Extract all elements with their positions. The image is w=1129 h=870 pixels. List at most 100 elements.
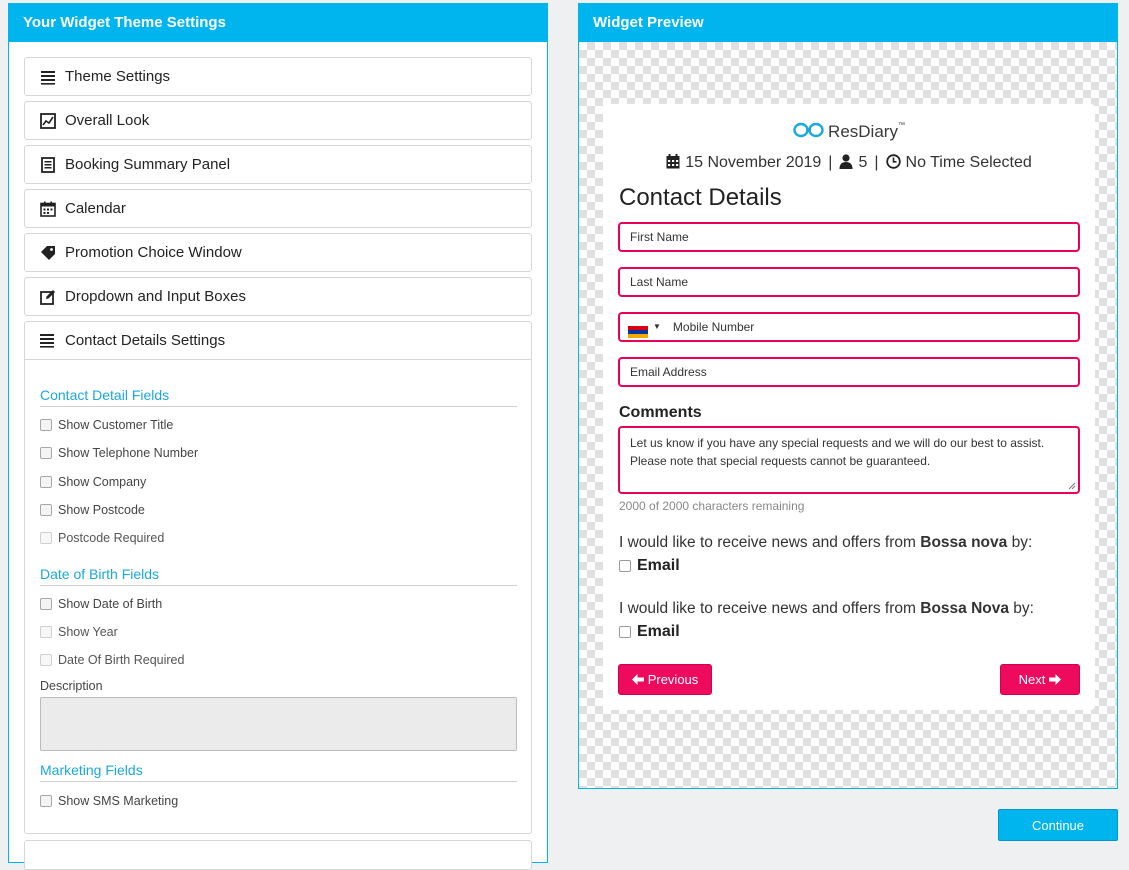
separator: | <box>828 154 833 171</box>
calendar-icon <box>666 154 680 169</box>
description-label: Description <box>40 679 103 693</box>
checkbox-box[interactable] <box>40 476 52 488</box>
checkbox-box <box>40 654 52 666</box>
armenia-flag-icon[interactable] <box>628 321 648 338</box>
checkbox-label: Email <box>637 623 680 640</box>
settings-panel-title: Your Widget Theme Settings <box>9 4 547 42</box>
contact-details-settings-header[interactable]: Contact Details Settings <box>25 322 531 360</box>
separator: | <box>874 154 879 171</box>
continue-button[interactable]: Continue <box>998 809 1118 841</box>
checkbox-box[interactable] <box>40 504 52 516</box>
checkbox-label: Postcode Required <box>58 531 165 545</box>
date-of-birth-fields-title: Date of Birth Fields <box>40 566 517 586</box>
summary-date: 15 November 2019 <box>685 154 822 171</box>
summary-time: No Time Selected <box>905 154 1032 171</box>
checkbox-show-year: Show Year <box>40 625 118 639</box>
mobile-number-field[interactable]: ▼ Mobile Number <box>618 312 1080 342</box>
comments-label: Comments <box>619 404 702 421</box>
arrow-right-icon <box>1049 674 1062 685</box>
previous-button[interactable]: Previous <box>618 664 712 695</box>
optin-suffix: by: <box>1008 600 1034 617</box>
checkbox-show-company[interactable]: Show Company <box>40 475 146 489</box>
accordion-promotion-choice-window[interactable]: Promotion Choice Window <box>24 233 532 272</box>
comments-placeholder-line: Please note that special requests cannot… <box>630 454 931 468</box>
checkbox-show-sms-marketing[interactable]: Show SMS Marketing <box>40 794 178 808</box>
accordion-label: Calendar <box>65 200 126 217</box>
list-icon <box>39 332 56 349</box>
receipt-icon <box>39 156 56 173</box>
comments-textarea[interactable]: Let us know if you have any special requ… <box>618 426 1080 494</box>
image-icon <box>39 112 56 129</box>
accordion-next-item[interactable] <box>24 840 532 870</box>
accordion-label: Promotion Choice Window <box>65 244 242 261</box>
email-address-field[interactable]: Email Address <box>618 357 1080 387</box>
marketing-optin-text: I would like to receive news and offers … <box>619 600 1034 618</box>
accordion-dropdown-input-boxes[interactable]: Dropdown and Input Boxes <box>24 277 532 316</box>
widget-theme-settings-panel: Your Widget Theme Settings Theme Setting… <box>8 3 548 870</box>
marketing-fields-title: Marketing Fields <box>40 762 517 782</box>
comments-placeholder-line: Let us know if you have any special requ… <box>630 436 1045 450</box>
contact-detail-fields-title: Contact Detail Fields <box>40 387 517 407</box>
checkbox-postcode-required: Postcode Required <box>40 531 164 545</box>
chevron-down-icon[interactable]: ▼ <box>653 314 661 340</box>
email-optin-checkbox[interactable]: Email <box>619 623 680 641</box>
accordion-calendar[interactable]: Calendar <box>24 189 532 228</box>
checkbox-label: Show Telephone Number <box>58 446 199 460</box>
resdiary-logo: ResDiary™ <box>603 122 1095 143</box>
contact-details-title: Contact Details <box>619 184 782 211</box>
previous-label: Previous <box>647 672 699 687</box>
checkbox-show-postcode[interactable]: Show Postcode <box>40 503 145 517</box>
accordion-label: Overall Look <box>65 112 150 129</box>
checkbox-label: Show SMS Marketing <box>58 794 179 808</box>
checkbox-box <box>40 532 52 544</box>
last-name-field[interactable]: Last Name <box>618 267 1080 297</box>
first-name-field[interactable]: First Name <box>618 222 1080 252</box>
logo-text: ResDiary <box>828 122 898 141</box>
list-icon <box>39 68 56 85</box>
checkbox-label: Show Year <box>58 625 118 639</box>
preview-panel-title: Widget Preview <box>579 4 1117 42</box>
checkbox-show-telephone-number[interactable]: Show Telephone Number <box>40 446 198 460</box>
summary-covers: 5 <box>858 154 868 171</box>
accordion-theme-settings[interactable]: Theme Settings <box>24 57 532 96</box>
bow-logo-icon <box>793 122 824 143</box>
accordion-label: Dropdown and Input Boxes <box>65 288 246 305</box>
widget-preview-panel: Widget Preview ResDiary™ 15 November 201… <box>578 3 1118 789</box>
description-textarea[interactable] <box>40 697 517 751</box>
accordion-label: Contact Details Settings <box>65 332 226 349</box>
checkbox-label: Show Date of Birth <box>58 597 163 611</box>
resize-handle-icon[interactable] <box>1068 482 1076 490</box>
email-optin-checkbox[interactable]: Email <box>619 557 680 575</box>
edit-icon <box>39 288 56 305</box>
logo-trademark: ™ <box>897 122 905 129</box>
clock-icon <box>885 154 901 169</box>
checkbox-label: Show Customer Title <box>58 418 174 432</box>
next-button[interactable]: Next <box>1000 664 1080 695</box>
checkbox-box[interactable] <box>40 447 52 459</box>
checkbox-box[interactable] <box>40 419 52 431</box>
checkbox-box[interactable] <box>40 598 52 610</box>
checkbox-show-customer-title[interactable]: Show Customer Title <box>40 418 173 432</box>
checkbox-label: Email <box>637 557 680 574</box>
accordion-booking-summary-panel[interactable]: Booking Summary Panel <box>24 145 532 184</box>
optin-venue: Bossa nova <box>920 534 1008 551</box>
user-icon <box>839 154 853 169</box>
checkbox-box[interactable] <box>619 626 631 638</box>
optin-prefix: I would like to receive news and offers … <box>619 600 921 617</box>
marketing-optin-text: I would like to receive news and offers … <box>619 534 1032 552</box>
checkbox-box[interactable] <box>619 560 631 572</box>
optin-suffix: by: <box>1007 534 1033 551</box>
checkbox-label: Show Company <box>58 475 147 489</box>
calendar-icon <box>39 200 56 217</box>
checkbox-date-of-birth-required: Date Of Birth Required <box>40 653 184 667</box>
accordion-overall-look[interactable]: Overall Look <box>24 101 532 140</box>
booking-widget-card: ResDiary™ 15 November 2019 | 5 | No Time Sel… <box>603 104 1095 710</box>
optin-prefix: I would like to receive news and offers … <box>619 534 921 551</box>
characters-remaining: 2000 of 2000 characters remaining <box>619 499 805 513</box>
checkbox-show-date-of-birth[interactable]: Show Date of Birth <box>40 597 162 611</box>
booking-summary: 15 November 2019 | 5 | No Time Selected <box>603 154 1095 172</box>
tag-icon <box>39 244 56 261</box>
checkbox-label: Show Postcode <box>58 503 145 517</box>
checkbox-box[interactable] <box>40 795 52 807</box>
optin-venue: Bossa Nova <box>920 600 1009 617</box>
